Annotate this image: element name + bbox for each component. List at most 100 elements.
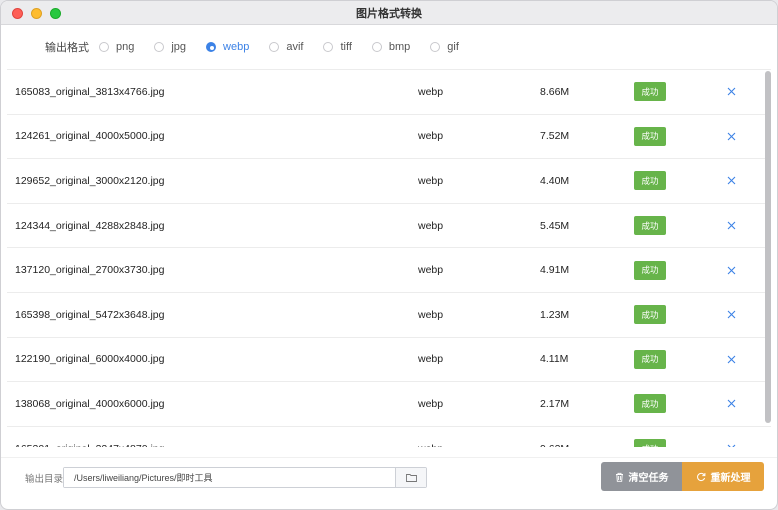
file-row: 124261_original_4000x5000.jpg webp 7.52M 成功 [7,115,771,160]
output-dir-field [63,467,427,488]
radio-circle [99,42,109,52]
close-icon [727,310,736,319]
format-option-label: png [116,41,135,53]
format-option-label: bmp [388,41,411,53]
refresh-icon [696,472,705,481]
format-option-label: tiff [340,41,352,53]
close-icon [727,266,736,275]
file-format: webp [418,174,444,187]
choose-folder-button[interactable] [395,468,426,487]
file-name: 129652_original_3000x2120.jpg [15,174,165,187]
status-badge: 成功 [634,216,666,236]
file-list: 165083_original_3813x4766.jpg webp 8.66M 成功… [7,69,771,447]
file-row: 165301_original_3247x4870.jpg webp 9.62M 成功 [7,427,771,447]
file-format: webp [418,353,444,366]
format-option-png[interactable]: png [99,41,134,53]
reprocess-button[interactable]: 重新处理 [682,462,764,491]
radio-circle [269,42,280,52]
status-badge: 成功 [634,394,666,414]
minimize-window-button[interactable] [31,8,42,19]
file-name: 165083_original_3813x4766.jpg [15,85,165,98]
remove-file-button[interactable] [727,396,736,411]
file-row: 165398_original_5472x3648.jpg webp 1.23M 成功 [7,293,771,338]
file-size: 7.52M [540,130,570,143]
radio-circle [371,42,382,52]
close-icon [727,355,736,364]
format-option-webp[interactable]: webp [206,41,249,53]
file-format: webp [418,443,443,447]
remove-file-button[interactable] [727,84,736,99]
format-radio-group: png jpg webp avif tiff bmp gif [99,41,479,53]
file-size: 2.17M [540,397,570,410]
app-window: 图片格式转换 输出格式 png jpg webp avif tiff bmp gif 165… [0,0,778,510]
file-format: webp [418,85,444,98]
radio-circle [206,42,217,52]
file-format: webp [418,264,444,277]
status-badge: 成功 [634,349,666,369]
file-name: 165398_original_5472x3648.jpg [15,308,165,321]
window-controls [12,8,61,19]
clear-tasks-label: 清空任务 [628,473,669,484]
status-badge: 成功 [634,126,666,146]
file-name: 138068_original_4000x6000.jpg [15,397,165,410]
remove-file-button[interactable] [727,263,736,278]
reprocess-label: 重新处理 [710,473,751,484]
file-row: 124344_original_4288x2848.jpg webp 5.45M 成功 [7,204,771,249]
close-icon [727,400,736,408]
format-option-gif[interactable]: gif [430,41,459,53]
status-badge: 成功 [634,439,666,447]
file-name: 124344_original_4288x2848.jpg [15,219,165,232]
format-option-jpg[interactable]: jpg [154,41,186,53]
file-format: webp [418,308,444,321]
format-option-bmp[interactable]: bmp [371,41,411,53]
output-dir-input[interactable] [64,468,395,487]
close-icon [727,444,736,447]
file-size: 4.40M [540,174,570,187]
format-option-label: avif [286,41,304,53]
output-dir-label: 输出目录: [25,474,66,485]
file-name: 124261_original_4000x5000.jpg [15,130,165,143]
file-size: 4.11M [540,353,569,366]
remove-file-button[interactable] [727,441,736,447]
remove-file-button[interactable] [727,218,736,233]
radio-circle [430,42,441,52]
folder-icon [405,474,417,482]
close-icon [727,87,736,96]
file-row: 137120_original_2700x3730.jpg webp 4.91M 成功 [7,248,771,293]
radio-circle [323,42,334,52]
output-format-label: 输出格式 [45,42,89,54]
title-bar: 图片格式转换 [1,1,777,25]
format-option-label: jpg [171,41,187,53]
format-option-avif[interactable]: avif [269,41,303,53]
status-badge: 成功 [634,305,666,325]
trash-icon [615,472,623,482]
status-badge: 成功 [634,82,666,102]
file-row: 138068_original_4000x6000.jpg webp 2.17M 成功 [7,382,771,427]
status-badge: 成功 [634,171,666,191]
file-row: 122190_original_6000x4000.jpg webp 4.11M 成功 [7,338,771,383]
radio-circle [154,42,165,52]
format-option-label: webp [223,41,250,53]
file-name: 122190_original_6000x4000.jpg [15,353,165,366]
status-badge: 成功 [634,260,666,280]
close-icon [727,132,736,141]
close-window-button[interactable] [12,8,23,19]
clear-tasks-button[interactable]: 清空任务 [601,462,682,491]
file-name: 137120_original_2700x3730.jpg [15,264,165,277]
remove-file-button[interactable] [727,352,736,367]
file-list-scrollbar[interactable] [765,71,771,423]
file-row: 129652_original_3000x2120.jpg webp 4.40M 成功 [7,159,771,204]
file-format: webp [418,130,444,143]
file-name: 165301_original_3247x4870.jpg [15,443,164,447]
format-option-tiff[interactable]: tiff [323,41,352,53]
file-size: 4.91M [540,264,570,277]
maximize-window-button[interactable] [50,8,61,19]
file-format: webp [418,219,444,232]
remove-file-button[interactable] [727,173,736,188]
remove-file-button[interactable] [727,307,736,322]
remove-file-button[interactable] [727,129,736,144]
file-format: webp [418,397,444,410]
window-title: 图片格式转换 [356,7,422,20]
close-icon [727,221,736,230]
close-icon [727,177,736,185]
